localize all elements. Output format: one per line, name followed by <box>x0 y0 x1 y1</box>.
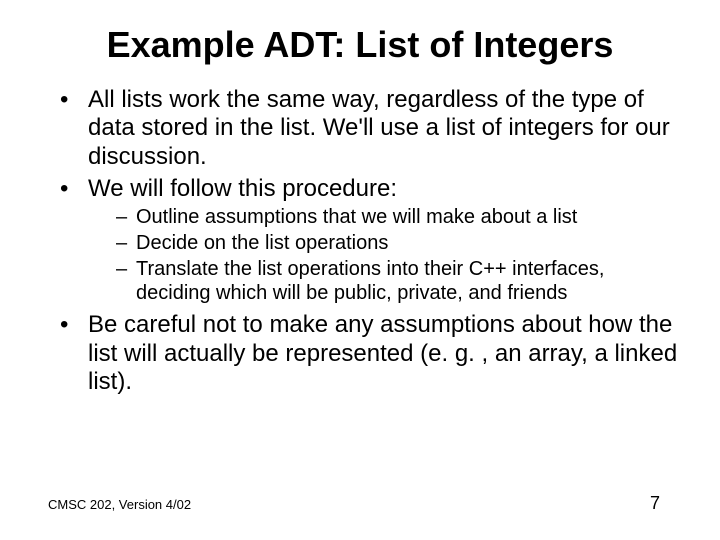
footer-course: CMSC 202, Version 4/02 <box>48 497 191 512</box>
sub-bullet-item: Decide on the list operations <box>116 231 680 255</box>
bullet-item: We will follow this procedure: Outline a… <box>60 175 680 305</box>
sub-bullet-item: Translate the list operations into their… <box>116 257 680 305</box>
sub-bullet-list: Outline assumptions that we will make ab… <box>88 205 680 305</box>
sub-bullet-text: Decide on the list operations <box>136 232 388 254</box>
slide: Example ADT: List of Integers All lists … <box>0 0 720 540</box>
sub-bullet-item: Outline assumptions that we will make ab… <box>116 205 680 229</box>
bullet-list: All lists work the same way, regardless … <box>0 86 720 396</box>
sub-bullet-text: Translate the list operations into their… <box>136 258 604 304</box>
page-number: 7 <box>650 493 660 514</box>
sub-bullet-text: Outline assumptions that we will make ab… <box>136 206 577 228</box>
slide-title: Example ADT: List of Integers <box>0 0 720 86</box>
bullet-text: We will follow this procedure: <box>88 175 397 202</box>
bullet-item: All lists work the same way, regardless … <box>60 86 680 171</box>
bullet-item: Be careful not to make any assumptions a… <box>60 311 680 396</box>
bullet-text: All lists work the same way, regardless … <box>88 86 670 170</box>
bullet-text: Be careful not to make any assumptions a… <box>88 311 677 395</box>
